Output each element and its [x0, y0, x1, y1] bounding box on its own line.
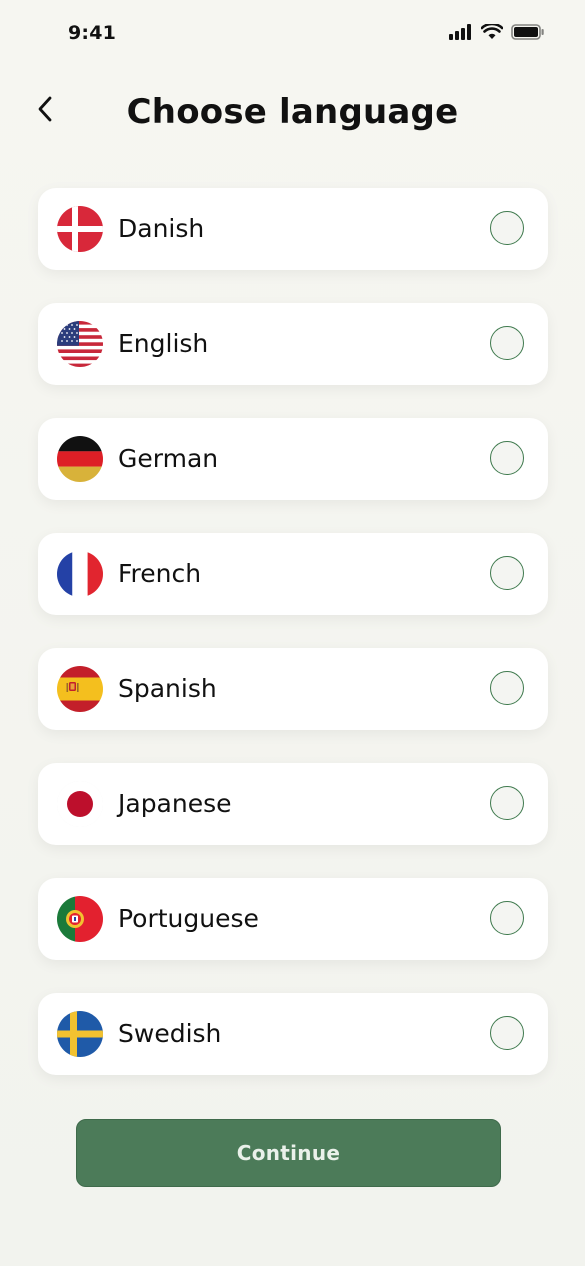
language-label: Spanish: [118, 674, 217, 703]
language-option-danish[interactable]: Danish: [38, 188, 548, 270]
radio-button[interactable]: [490, 901, 524, 935]
language-option-german[interactable]: German: [38, 418, 548, 500]
language-label: Portuguese: [118, 904, 259, 933]
japan-flag-icon: [57, 781, 103, 827]
language-label: German: [118, 444, 219, 473]
language-label: Danish: [118, 214, 205, 243]
language-label: Swedish: [118, 1019, 222, 1048]
battery-icon: [511, 24, 545, 44]
header: Choose language: [0, 84, 585, 144]
language-label: French: [118, 559, 202, 588]
language-option-spanish[interactable]: Spanish: [38, 648, 548, 730]
radio-button[interactable]: [490, 1016, 524, 1050]
language-option-japanese[interactable]: Japanese: [38, 763, 548, 845]
radio-button[interactable]: [490, 441, 524, 475]
language-option-french[interactable]: French: [38, 533, 548, 615]
status-time: 9:41: [68, 22, 117, 44]
denmark-flag-icon: [57, 206, 103, 252]
sweden-flag-icon: [57, 1011, 103, 1057]
language-label: Japanese: [118, 789, 232, 818]
page-title: Choose language: [126, 92, 459, 132]
language-list: Danish English German French Spanish Jap…: [38, 188, 548, 1108]
cellular-signal-icon: [449, 24, 473, 44]
usa-flag-icon: [57, 321, 103, 367]
radio-button[interactable]: [490, 556, 524, 590]
radio-button[interactable]: [490, 326, 524, 360]
language-option-swedish[interactable]: Swedish: [38, 993, 548, 1075]
radio-button[interactable]: [490, 211, 524, 245]
wifi-icon: [480, 22, 504, 44]
language-option-portuguese[interactable]: Portuguese: [38, 878, 548, 960]
language-option-english[interactable]: English: [38, 303, 548, 385]
language-label: English: [118, 329, 209, 358]
spain-flag-icon: [57, 666, 103, 712]
germany-flag-icon: [57, 436, 103, 482]
portugal-flag-icon: [57, 896, 103, 942]
radio-button[interactable]: [490, 786, 524, 820]
status-bar: 9:41: [0, 0, 585, 70]
continue-button[interactable]: Continue: [76, 1119, 501, 1187]
france-flag-icon: [57, 551, 103, 597]
radio-button[interactable]: [490, 671, 524, 705]
status-icons: [449, 22, 545, 44]
